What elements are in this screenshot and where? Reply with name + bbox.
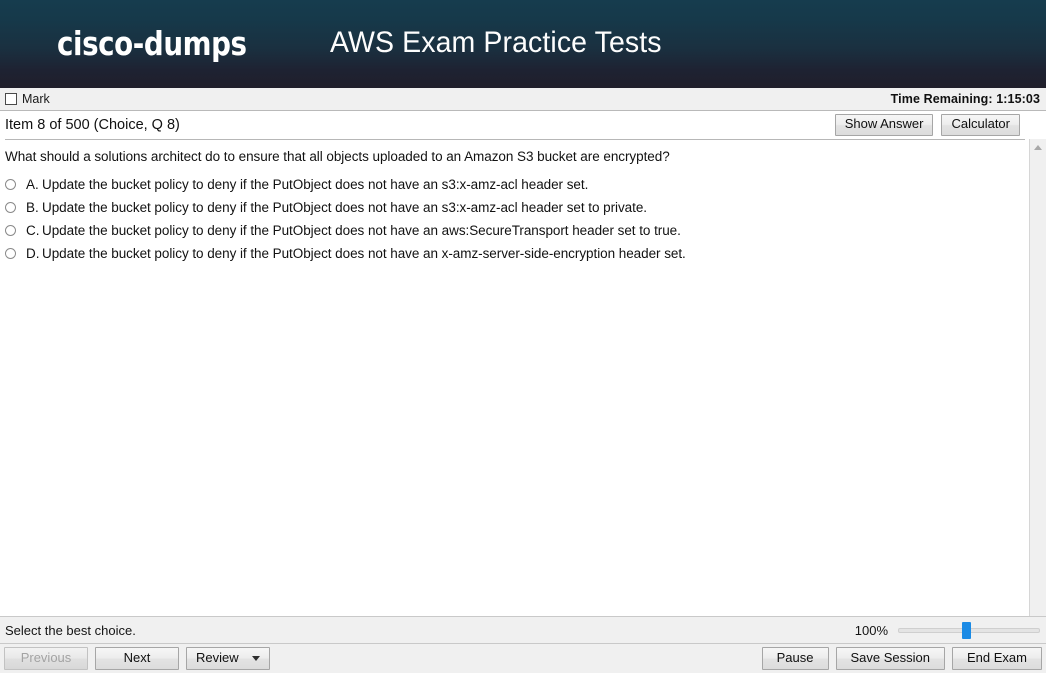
question-content-panel: What should a solutions architect do to … — [0, 139, 1029, 616]
mark-label: Mark — [22, 91, 50, 106]
question-stem: What should a solutions architect do to … — [5, 149, 670, 164]
mark-checkbox[interactable] — [5, 93, 17, 105]
zoom-control-group: 100% — [854, 622, 1040, 639]
instruction-text: Select the best choice. — [5, 622, 136, 638]
answer-option-a[interactable]: A. Update the bucket policy to deny if t… — [5, 175, 1019, 198]
calculator-button[interactable]: Calculator — [941, 114, 1020, 136]
answer-option-b[interactable]: B. Update the bucket policy to deny if t… — [5, 198, 1019, 221]
radio-button-c[interactable] — [5, 225, 16, 236]
end-exam-button[interactable]: End Exam — [952, 646, 1042, 671]
cisco-dumps-logo: cisco-dumps — [57, 24, 247, 63]
toolbar-right-group: Pause Save Session End Exam — [761, 646, 1042, 671]
zoom-slider[interactable] — [898, 622, 1040, 639]
exam-application-window: cisco-dumps AWS Exam Practice Tests Mark… — [0, 0, 1046, 673]
option-letter-b: B. — [26, 200, 39, 215]
review-label: Review — [196, 649, 239, 665]
answer-options-list: A. Update the bucket policy to deny if t… — [5, 175, 1019, 267]
zoom-percent-label: 100% — [854, 622, 888, 638]
mark-question-control[interactable]: Mark — [5, 93, 50, 106]
option-letter-d: D. — [26, 246, 40, 261]
option-letter-a: A. — [26, 177, 39, 192]
option-text-d: Update the bucket policy to deny if the … — [42, 246, 686, 261]
show-answer-button[interactable]: Show Answer — [834, 114, 934, 136]
answer-option-c[interactable]: C. Update the bucket policy to deny if t… — [5, 221, 1019, 244]
app-title: AWS Exam Practice Tests — [330, 26, 662, 59]
option-text-b: Update the bucket policy to deny if the … — [42, 200, 647, 215]
option-text-c: Update the bucket policy to deny if the … — [42, 223, 681, 238]
item-counter-label: Item 8 of 500 (Choice, Q 8) — [5, 117, 180, 133]
status-bar: Select the best choice. 100% — [0, 616, 1046, 644]
item-header-actions: Show Answer Calculator — [834, 114, 1024, 136]
answer-option-d[interactable]: D. Update the bucket policy to deny if t… — [5, 244, 1019, 267]
option-letter-c: C. — [26, 223, 40, 238]
review-dropdown-button[interactable]: Review — [186, 646, 270, 671]
header-divider — [5, 139, 1025, 140]
question-area: What should a solutions architect do to … — [0, 139, 1046, 616]
radio-button-b[interactable] — [5, 202, 16, 213]
zoom-slider-thumb[interactable] — [962, 622, 971, 639]
time-remaining: Time Remaining: 1:15:03 — [890, 92, 1040, 106]
bottom-toolbar: Previous Next Review Pause Save Session … — [0, 644, 1046, 673]
save-session-button[interactable]: Save Session — [835, 646, 946, 671]
mark-and-timer-bar: Mark Time Remaining: 1:15:03 — [0, 88, 1046, 111]
chevron-down-icon — [251, 655, 260, 661]
next-button[interactable]: Next — [95, 646, 179, 671]
option-text-a: Update the bucket policy to deny if the … — [42, 177, 589, 192]
radio-button-a[interactable] — [5, 179, 16, 190]
pause-button[interactable]: Pause — [761, 646, 829, 671]
radio-button-d[interactable] — [5, 248, 16, 259]
item-header-bar: Item 8 of 500 (Choice, Q 8) Show Answer … — [0, 111, 1046, 139]
scroll-up-button[interactable] — [1030, 139, 1046, 156]
vertical-scrollbar[interactable] — [1029, 139, 1046, 616]
chevron-up-icon — [1034, 145, 1042, 150]
previous-button[interactable]: Previous — [4, 646, 88, 671]
app-banner: cisco-dumps AWS Exam Practice Tests — [0, 0, 1046, 88]
